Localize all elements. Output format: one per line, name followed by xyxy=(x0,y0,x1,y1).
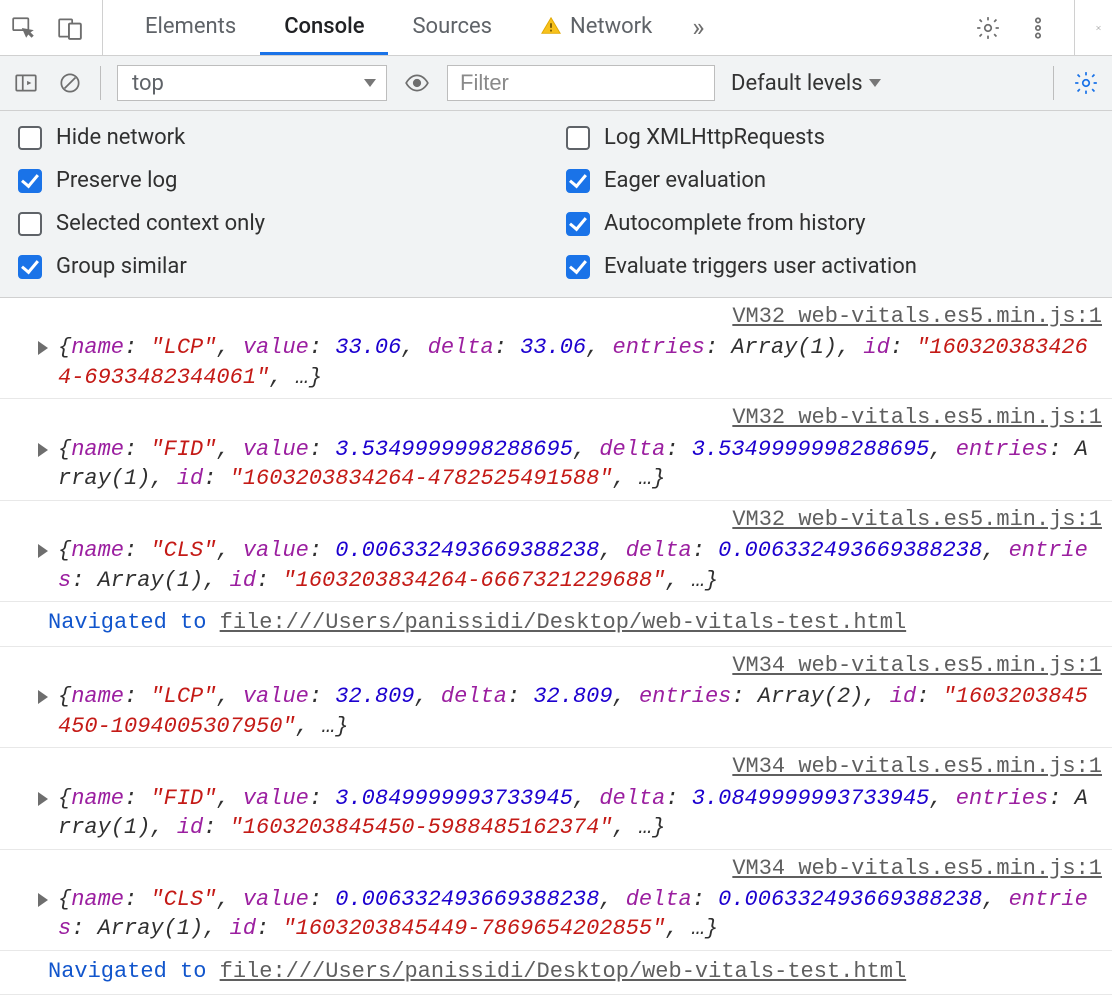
logged-object[interactable]: {name: "FID", value: 3.0849999993733945,… xyxy=(58,784,1102,843)
chk-autocomplete-history[interactable]: Autocomplete from history xyxy=(566,211,1094,236)
separator xyxy=(1053,66,1054,100)
inspect-element-icon[interactable] xyxy=(10,14,38,42)
nav-label: Navigated to xyxy=(48,610,220,635)
console-settings-panel: Hide network Log XMLHttpRequests Preserv… xyxy=(0,111,1112,298)
console-toolbar: top Default levels xyxy=(0,56,1112,111)
context-value: top xyxy=(132,71,164,96)
logged-object[interactable]: {name: "FID", value: 3.5349999998288695,… xyxy=(58,435,1102,494)
tabs-overflow[interactable]: » xyxy=(676,0,720,55)
checkbox-icon xyxy=(566,126,590,150)
object-row: {name: "FID", value: 3.0849999993733945,… xyxy=(10,784,1102,843)
chk-selected-context[interactable]: Selected context only xyxy=(18,211,546,236)
panel-tabs: Elements Console Sources Network » xyxy=(121,0,720,55)
toggle-sidebar-icon[interactable] xyxy=(12,69,40,97)
chevron-down-icon xyxy=(869,79,881,87)
logged-object[interactable]: {name: "LCP", value: 32.809, delta: 32.8… xyxy=(58,682,1102,741)
tab-label: Network xyxy=(570,14,652,39)
expand-triangle-icon[interactable] xyxy=(38,690,48,704)
source-link[interactable]: VM34 web-vitals.es5.min.js:1 xyxy=(10,854,1102,883)
source-link[interactable]: VM34 web-vitals.es5.min.js:1 xyxy=(10,651,1102,680)
checkbox-label: Eager evaluation xyxy=(604,168,766,193)
object-row: {name: "FID", value: 3.5349999998288695,… xyxy=(10,435,1102,494)
chk-eager-eval[interactable]: Eager evaluation xyxy=(566,168,1094,193)
logged-object[interactable]: {name: "CLS", value: 0.00633249366938823… xyxy=(58,536,1102,595)
checkbox-label: Log XMLHttpRequests xyxy=(604,125,825,150)
object-row: {name: "LCP", value: 32.809, delta: 32.8… xyxy=(10,682,1102,741)
chevron-down-icon xyxy=(364,79,376,87)
expand-triangle-icon[interactable] xyxy=(38,443,48,457)
execution-context-select[interactable]: top xyxy=(117,65,387,101)
object-row: {name: "LCP", value: 33.06, delta: 33.06… xyxy=(10,333,1102,392)
checkbox-label: Hide network xyxy=(56,125,185,150)
device-toolbar-icon[interactable] xyxy=(56,14,84,42)
expand-triangle-icon[interactable] xyxy=(38,893,48,907)
checkbox-icon xyxy=(18,255,42,279)
tab-label: Elements xyxy=(145,14,236,39)
checkbox-icon xyxy=(566,212,590,236)
expand-triangle-icon[interactable] xyxy=(38,544,48,558)
checkbox-icon xyxy=(566,169,590,193)
chk-eval-user-activation[interactable]: Evaluate triggers user activation xyxy=(566,254,1094,279)
warning-icon xyxy=(540,15,562,37)
checkbox-icon xyxy=(566,255,590,279)
tab-label: Sources xyxy=(412,14,492,39)
console-log-entry: VM34 web-vitals.es5.min.js:1 {name: "FID"… xyxy=(0,748,1112,849)
separator xyxy=(100,66,101,100)
console-output: VM32 web-vitals.es5.min.js:1{name: "LCP"… xyxy=(0,298,1112,995)
chk-group-similar[interactable]: Group similar xyxy=(18,254,546,279)
chevron-double-right-icon: » xyxy=(692,13,704,43)
tab-network[interactable]: Network xyxy=(516,0,676,55)
clear-console-icon[interactable] xyxy=(56,69,84,97)
tab-sources[interactable]: Sources xyxy=(388,0,516,55)
tabbar-left-icons xyxy=(10,0,103,55)
log-levels-select[interactable]: Default levels xyxy=(731,71,881,96)
more-menu-icon[interactable] xyxy=(1024,14,1052,42)
chk-hide-network[interactable]: Hide network xyxy=(18,125,546,150)
tab-console[interactable]: Console xyxy=(260,0,388,55)
logged-object[interactable]: {name: "LCP", value: 33.06, delta: 33.06… xyxy=(58,333,1102,392)
console-log-entry: VM32 web-vitals.es5.min.js:1{name: "LCP"… xyxy=(0,298,1112,399)
filter-input[interactable] xyxy=(447,65,715,101)
checkbox-label: Autocomplete from history xyxy=(604,211,866,236)
checkbox-icon xyxy=(18,212,42,236)
source-link[interactable]: VM32 web-vitals.es5.min.js:1 xyxy=(10,302,1102,331)
navigation-message: Navigated to file:///Users/panissidi/Des… xyxy=(0,951,1112,995)
console-settings-gear-icon[interactable] xyxy=(1072,69,1100,97)
devtools-tabbar: Elements Console Sources Network » xyxy=(0,0,1112,56)
live-expression-eye-icon[interactable] xyxy=(403,69,431,97)
console-log-entry: VM32 web-vitals.es5.min.js:1 {name: "FID"… xyxy=(0,399,1112,500)
navigation-message: Navigated to file:///Users/panissidi/Des… xyxy=(0,602,1112,646)
nav-url[interactable]: file:///Users/panissidi/Desktop/web-vita… xyxy=(220,610,907,635)
nav-url[interactable]: file:///Users/panissidi/Desktop/web-vita… xyxy=(220,959,907,984)
checkbox-icon xyxy=(18,126,42,150)
close-devtools-icon[interactable] xyxy=(1074,0,1102,55)
console-log-entry: VM32 web-vitals.es5.min.js:1{name: "CLS"… xyxy=(0,501,1112,602)
expand-triangle-icon[interactable] xyxy=(38,792,48,806)
object-row: {name: "CLS", value: 0.00633249366938823… xyxy=(10,536,1102,595)
settings-gear-icon[interactable] xyxy=(974,14,1002,42)
logged-object[interactable]: {name: "CLS", value: 0.00633249366938823… xyxy=(58,885,1102,944)
nav-label: Navigated to xyxy=(48,959,220,984)
object-row: {name: "CLS", value: 0.00633249366938823… xyxy=(10,885,1102,944)
expand-triangle-icon[interactable] xyxy=(38,341,48,355)
tab-elements[interactable]: Elements xyxy=(121,0,260,55)
levels-label: Default levels xyxy=(731,71,863,96)
source-link[interactable]: VM34 web-vitals.es5.min.js:1 xyxy=(10,752,1102,781)
console-log-entry: VM34 web-vitals.es5.min.js:1{name: "CLS"… xyxy=(0,850,1112,951)
console-log-entry: VM34 web-vitals.es5.min.js:1{name: "LCP"… xyxy=(0,647,1112,748)
source-link[interactable]: VM32 web-vitals.es5.min.js:1 xyxy=(10,403,1102,432)
tab-label: Console xyxy=(284,14,364,39)
chk-log-xhr[interactable]: Log XMLHttpRequests xyxy=(566,125,1094,150)
chk-preserve-log[interactable]: Preserve log xyxy=(18,168,546,193)
checkbox-icon xyxy=(18,169,42,193)
checkbox-label: Group similar xyxy=(56,254,187,279)
tabbar-right-icons xyxy=(954,0,1102,55)
checkbox-label: Selected context only xyxy=(56,211,265,236)
checkbox-label: Preserve log xyxy=(56,168,177,193)
checkbox-label: Evaluate triggers user activation xyxy=(604,254,917,279)
source-link[interactable]: VM32 web-vitals.es5.min.js:1 xyxy=(10,505,1102,534)
